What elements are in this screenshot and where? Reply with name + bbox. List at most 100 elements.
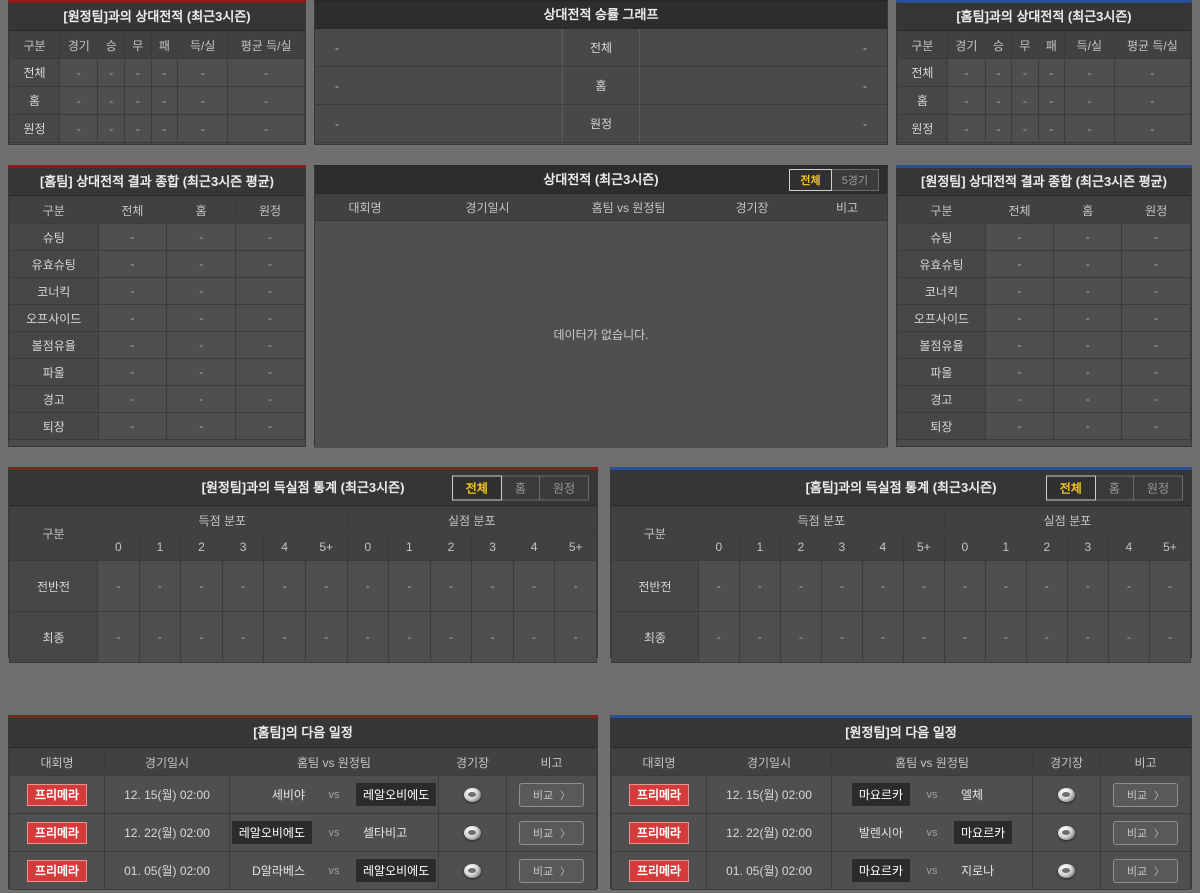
col-header: 홈팀 vs 원정팀 xyxy=(229,748,439,776)
panel-history: 상대전적 (최근3시즌) 전체 5경기 대회명 경기일시 홈팀 vs 원정팀 경… xyxy=(314,165,888,448)
compare-button[interactable]: 비교 〉 xyxy=(518,782,585,807)
panel-summary-home: [홈팀] 상대전적 결과 종합 (최근3시즌 평균) 구분 전체 홈 원정 슈팅… xyxy=(8,165,306,447)
col-header: 평균 득/실 xyxy=(1113,31,1192,59)
col-header: 평균 득/실 xyxy=(227,31,305,59)
conceded-value: - xyxy=(388,611,431,663)
conceded-value: - xyxy=(429,611,473,663)
group-header-scored: 득점 분포 xyxy=(97,506,348,534)
chevron-right-icon: 〉 xyxy=(1154,829,1165,840)
table-row: 슈팅 - - - xyxy=(897,223,1191,251)
stat-value: - xyxy=(1121,223,1191,251)
panel-goals-vs-away: [원정팀]과의 득실점 통계 (최근3시즌) 전체 홈 원정 구분 득점 분포 … xyxy=(8,467,598,663)
score-col: 3 xyxy=(1066,533,1109,561)
compare-button[interactable]: 비교 〉 xyxy=(1112,782,1179,807)
stat-value: - xyxy=(984,331,1055,359)
away-team: 마요르카 xyxy=(954,821,1013,844)
conceded-value: - xyxy=(1066,560,1109,612)
col-header: 승 xyxy=(984,31,1013,59)
stat-value: - xyxy=(946,114,986,143)
history-tab[interactable]: 5경기 xyxy=(830,168,879,191)
stat-value: - xyxy=(166,331,236,359)
stat-value: - xyxy=(1113,58,1192,87)
scored-value: - xyxy=(263,560,306,612)
col-header: 대회명 xyxy=(348,200,382,215)
goals-tab[interactable]: 원정 xyxy=(1132,475,1183,500)
match-datetime: 01. 05(월) 02:00 xyxy=(706,851,832,890)
score-col: 5+ xyxy=(902,533,945,561)
stat-value: - xyxy=(97,304,168,332)
score-col: 1 xyxy=(984,533,1027,561)
stat-value: - xyxy=(946,58,986,87)
table-row: 최종 - - - - - - - - - - - - xyxy=(611,611,1192,663)
winrate-graph-rows: - 전체 - - 홈 - - 원정 - xyxy=(315,29,887,143)
goals-tab[interactable]: 원정 xyxy=(538,475,589,500)
stat-value: - xyxy=(97,277,168,305)
col-header: 대회명 xyxy=(611,748,707,776)
goals-tab[interactable]: 전체 xyxy=(451,475,502,500)
table-subheader-row: 0 1 2 3 4 5+ 0 1 2 3 4 5+ xyxy=(612,533,1192,561)
scored-value: - xyxy=(779,560,822,612)
goals-tab[interactable]: 홈 xyxy=(500,475,540,500)
row-label: 슈팅 xyxy=(897,223,986,251)
conceded-value: - xyxy=(1066,611,1109,663)
scored-value: - xyxy=(304,611,348,663)
panel-title: 상대전적 (최근3시즌) 전체 5경기 xyxy=(315,166,887,194)
graph-row-label: 원정 xyxy=(562,105,640,142)
home-team: D알라베스 xyxy=(252,864,305,878)
row-label: 홈 xyxy=(8,86,61,115)
stat-value: - xyxy=(97,223,168,251)
home-team: 마요르카 xyxy=(851,783,910,806)
summary-home-table: 구분 전체 홈 원정 슈팅 - - - 유효슈팅 - - - 코너킥 - - -… xyxy=(9,196,306,440)
score-col: 0 xyxy=(697,533,740,561)
schedule-row: 프리메라 12. 15(월) 02:00 세비야 vs 레알오비에도 비교 〉 xyxy=(9,775,597,814)
stat-value: - xyxy=(227,58,305,87)
row-label: 전반전 xyxy=(611,560,699,612)
schedule-home-table: 대회명 경기일시 홈팀 vs 원정팀 경기장 비고 프리메라 12. 15(월)… xyxy=(9,748,597,890)
goals-vs-away-table: 구분 득점 분포 실점 분포 0 1 2 3 4 5+ 0 1 2 3 4 5+ xyxy=(8,506,598,663)
row-label: 원정 xyxy=(897,114,948,143)
stat-value: - xyxy=(124,86,152,115)
table-row: 전체 - - - - - - xyxy=(897,58,1192,87)
score-col: 3 xyxy=(820,533,863,561)
goals-tab[interactable]: 전체 xyxy=(1045,475,1096,500)
table-row: 원정 - - - - - - xyxy=(897,114,1192,143)
compare-button[interactable]: 비교 〉 xyxy=(518,858,585,883)
stat-value: - xyxy=(97,114,126,143)
stat-value: - xyxy=(150,114,179,143)
history-body: 데이터가 없습니다. xyxy=(315,221,887,448)
panel-title: [홈팀] 상대전적 결과 종합 (최근3시즌 평균) xyxy=(9,168,305,196)
stat-value: - xyxy=(124,58,152,87)
table-row: 볼점유율 - - - xyxy=(897,331,1191,359)
stat-value: - xyxy=(1121,304,1191,332)
col-header: 경기 xyxy=(59,31,99,59)
row-label: 오프사이드 xyxy=(897,304,986,332)
schedule-row: 프리메라 01. 05(월) 02:00 마요르카 vs 지로나 비교 〉 xyxy=(611,851,1191,890)
score-col: 0 xyxy=(346,533,390,561)
col-header: 패 xyxy=(150,31,179,59)
home-winrate-value: - xyxy=(335,40,339,55)
col-header: 경기 xyxy=(946,31,986,59)
panel-title: [홈팀]과의 득실점 통계 (최근3시즌) 전체 홈 원정 xyxy=(611,470,1191,506)
history-tab[interactable]: 전체 xyxy=(789,168,832,191)
score-col: 3 xyxy=(221,533,265,561)
score-col: 1 xyxy=(138,533,182,561)
score-col: 4 xyxy=(512,533,556,561)
row-label: 유효슈팅 xyxy=(897,250,986,278)
score-col: 1 xyxy=(388,533,431,561)
group-header-scored: 득점 분포 xyxy=(697,506,945,534)
match-teams: 세비야 vs 레알오비에도 xyxy=(230,783,438,806)
stat-value: - xyxy=(1053,385,1123,413)
compare-button[interactable]: 비교 〉 xyxy=(1112,858,1179,883)
goals-tab[interactable]: 홈 xyxy=(1094,475,1134,500)
table-row: 코너킥 - - - xyxy=(897,277,1191,305)
away-team: 지로나 xyxy=(961,864,995,878)
stat-value: - xyxy=(59,58,99,87)
compare-button[interactable]: 비교 〉 xyxy=(518,820,585,845)
conceded-value: - xyxy=(1107,611,1150,663)
scored-value: - xyxy=(820,611,863,663)
stat-value: - xyxy=(1121,250,1191,278)
table-row: 전체 - - - - - - xyxy=(8,58,305,87)
row-label: 퇴장 xyxy=(9,412,99,440)
compare-button[interactable]: 비교 〉 xyxy=(1112,820,1179,845)
panel-title: [원정팀]의 다음 일정 xyxy=(611,718,1191,748)
